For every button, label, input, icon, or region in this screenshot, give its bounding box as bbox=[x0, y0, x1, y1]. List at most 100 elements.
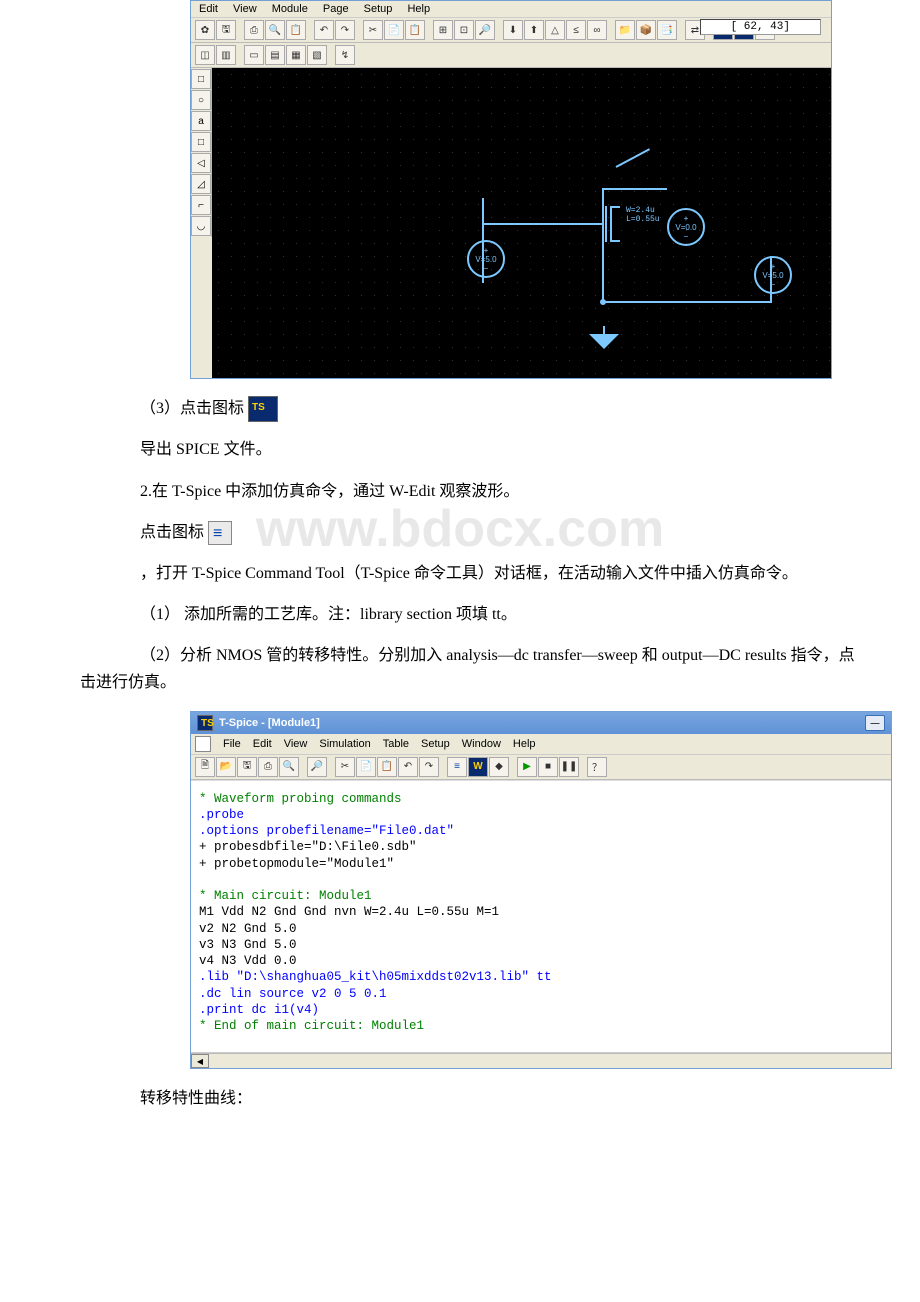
tool-btn[interactable]: ↷ bbox=[335, 20, 355, 40]
undo-icon[interactable]: ↶ bbox=[398, 757, 418, 777]
tool-btn[interactable]: ⊡ bbox=[454, 20, 474, 40]
tool-btn[interactable]: △ bbox=[545, 20, 565, 40]
paragraph: （3）点击图标 bbox=[140, 395, 870, 422]
command-tool-icon[interactable]: ≡ bbox=[447, 757, 467, 777]
command-tool-icon bbox=[208, 521, 232, 545]
tool-btn[interactable]: ◫ bbox=[195, 45, 215, 65]
tool-btn[interactable]: ▦ bbox=[286, 45, 306, 65]
window-title: T-Spice - [Module1] bbox=[219, 717, 320, 729]
paragraph: ，打开 T-Spice Command Tool（T-Spice 命令工具）对话… bbox=[80, 560, 870, 587]
menu-window[interactable]: Window bbox=[462, 738, 501, 750]
tool-btn[interactable]: ⬇ bbox=[503, 20, 523, 40]
paste-icon[interactable]: 📋 bbox=[377, 757, 397, 777]
tool-btn[interactable]: ▧ bbox=[307, 45, 327, 65]
tool-btn[interactable]: ▥ bbox=[216, 45, 236, 65]
menubar: Edit View Module Page Setup Help bbox=[191, 1, 831, 18]
print-icon[interactable]: ⎙ bbox=[258, 757, 278, 777]
paragraph: 转移特性曲线： bbox=[140, 1085, 870, 1112]
tool-btn[interactable]: ▭ bbox=[244, 45, 264, 65]
menu-module[interactable]: Module bbox=[272, 3, 308, 15]
tspice-window: T-Spice - [Module1] — File Edit View Sim… bbox=[190, 711, 892, 1070]
menu-edit[interactable]: Edit bbox=[199, 3, 218, 15]
menu-edit[interactable]: Edit bbox=[253, 738, 272, 750]
menu-view[interactable]: View bbox=[284, 738, 308, 750]
horizontal-scrollbar[interactable]: ◀ bbox=[191, 1053, 891, 1068]
scroll-left-button[interactable]: ◀ bbox=[191, 1054, 209, 1068]
mos-wl-label: W=2.4u L=0.55u bbox=[626, 206, 660, 224]
document-icon bbox=[195, 736, 211, 752]
paragraph: （2）分析 NMOS 管的转移特性。分别加入 analysis—dc trans… bbox=[80, 642, 870, 696]
find-icon[interactable]: 🔎 bbox=[307, 757, 327, 777]
spice-code-editor[interactable]: * Waveform probing commands .probe .opti… bbox=[191, 780, 891, 1054]
palette-tool[interactable]: □ bbox=[191, 69, 211, 89]
tool-btn[interactable]: ⎙ bbox=[244, 20, 264, 40]
tool-btn[interactable]: ≤ bbox=[566, 20, 586, 40]
tool-btn[interactable]: 📋 bbox=[286, 20, 306, 40]
menu-table[interactable]: Table bbox=[383, 738, 409, 750]
menu-help[interactable]: Help bbox=[407, 3, 430, 15]
palette-tool[interactable]: □ bbox=[191, 132, 211, 152]
copy-icon[interactable]: 📄 bbox=[356, 757, 376, 777]
stop-icon[interactable]: ■ bbox=[538, 757, 558, 777]
tool-btn[interactable]: ↶ bbox=[314, 20, 334, 40]
palette-sidebar: □ ○ a □ ◁ ◿ ⌐ ◡ bbox=[191, 68, 212, 237]
palette-tool[interactable]: ⌐ bbox=[191, 195, 211, 215]
redo-icon[interactable]: ↷ bbox=[419, 757, 439, 777]
tool-btn[interactable]: ✿ bbox=[195, 20, 215, 40]
tool-btn[interactable]: 🔍 bbox=[265, 20, 285, 40]
tool-btn[interactable]: 📄 bbox=[384, 20, 404, 40]
ground-symbol bbox=[587, 326, 621, 348]
menubar: File Edit View Simulation Table Setup Wi… bbox=[191, 734, 891, 755]
toolbar-secondary: ◫ ▥ ▭ ▤ ▦ ▧ ↯ bbox=[191, 43, 831, 68]
voltage-source-gate: +V=0.0− bbox=[667, 208, 705, 246]
menu-setup[interactable]: Setup bbox=[364, 3, 393, 15]
tool-btn[interactable]: 📦 bbox=[636, 20, 656, 40]
titlebar: T-Spice - [Module1] — bbox=[191, 712, 891, 734]
schematic-canvas[interactable]: W=2.4u L=0.55u +V=5.0− +V=0.0− +V=5.0− bbox=[212, 68, 831, 378]
tool-btn[interactable]: ⬆ bbox=[524, 20, 544, 40]
tool-btn[interactable]: 🖫 bbox=[216, 20, 236, 40]
voltage-source-left: +V=5.0− bbox=[467, 240, 505, 278]
tool-btn[interactable]: ⊞ bbox=[433, 20, 453, 40]
save-icon[interactable]: 🖫 bbox=[237, 757, 257, 777]
menu-simulation[interactable]: Simulation bbox=[319, 738, 370, 750]
cut-icon[interactable]: ✂ bbox=[335, 757, 355, 777]
tool-btn[interactable]: 📑 bbox=[657, 20, 677, 40]
menu-setup[interactable]: Setup bbox=[421, 738, 450, 750]
paragraph: （1） 添加所需的工艺库。注：library section 项填 tt。 bbox=[140, 601, 870, 628]
menu-view[interactable]: View bbox=[233, 3, 257, 15]
tool-btn[interactable]: 📋 bbox=[405, 20, 425, 40]
voltage-source-right: +V=5.0− bbox=[754, 256, 792, 294]
menu-file[interactable]: File bbox=[223, 738, 241, 750]
tool-btn[interactable]: ▤ bbox=[265, 45, 285, 65]
paragraph: 导出 SPICE 文件。 bbox=[140, 436, 870, 463]
tool-btn[interactable]: 🔎 bbox=[475, 20, 495, 40]
paragraph: 点击图标 bbox=[140, 519, 870, 546]
run-icon[interactable]: ▶ bbox=[517, 757, 537, 777]
menu-page[interactable]: Page bbox=[323, 3, 349, 15]
schematic-editor-window: Edit View Module Page Setup Help ✿ 🖫 ⎙ 🔍… bbox=[190, 0, 832, 379]
preview-icon[interactable]: 🔍 bbox=[279, 757, 299, 777]
tool-btn[interactable]: 📁 bbox=[615, 20, 635, 40]
tool-btn[interactable]: ∞ bbox=[587, 20, 607, 40]
tspice-export-icon bbox=[248, 396, 278, 422]
tool-btn[interactable]: ✂ bbox=[363, 20, 383, 40]
toolbar: 🗎 📂 🖫 ⎙ 🔍 🔎 ✂ 📄 📋 ↶ ↷ ≡ W ◆ ▶ ■ ❚❚ ？ bbox=[191, 755, 891, 780]
wedit-icon[interactable]: W bbox=[468, 757, 488, 777]
menu-help[interactable]: Help bbox=[513, 738, 536, 750]
pause-icon[interactable]: ❚❚ bbox=[559, 757, 579, 777]
palette-tool[interactable]: ◁ bbox=[191, 153, 211, 173]
help-icon[interactable]: ？ bbox=[587, 757, 607, 777]
tool-btn[interactable]: ↯ bbox=[335, 45, 355, 65]
app-icon bbox=[197, 715, 213, 731]
new-file-icon[interactable]: 🗎 bbox=[195, 757, 215, 777]
toolbar-main: ✿ 🖫 ⎙ 🔍 📋 ↶ ↷ ✂ 📄 📋 ⊞ ⊡ 🔎 ⬇ ⬆ △ ≤ ∞ 📁 bbox=[191, 18, 831, 43]
palette-tool[interactable]: a bbox=[191, 111, 211, 131]
minimize-button[interactable]: — bbox=[865, 715, 885, 731]
palette-tool[interactable]: ○ bbox=[191, 90, 211, 110]
palette-tool[interactable]: ◡ bbox=[191, 216, 211, 236]
open-icon[interactable]: 📂 bbox=[216, 757, 236, 777]
palette-tool[interactable]: ◿ bbox=[191, 174, 211, 194]
coordinate-display: [ 62, 43] bbox=[700, 19, 821, 35]
paint-icon[interactable]: ◆ bbox=[489, 757, 509, 777]
